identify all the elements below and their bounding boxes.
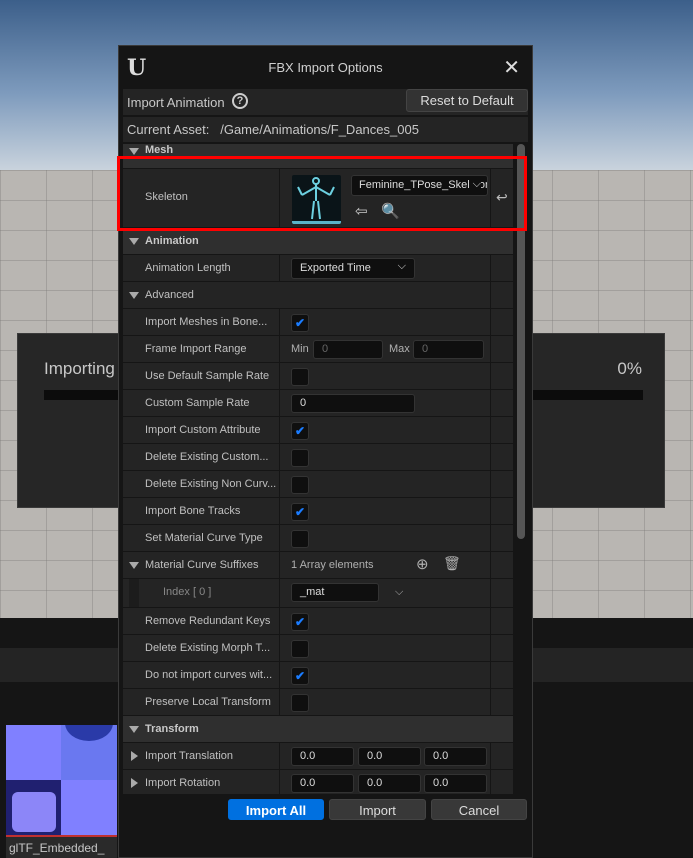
option-label: Use Default Sample Rate	[145, 370, 270, 382]
checkbox[interactable]: ✔	[291, 422, 309, 440]
option-label: Frame Import Range	[145, 343, 247, 355]
reset-arrow-icon[interactable]: ↩	[496, 189, 508, 206]
option-row: Import Custom Attribute ✔	[123, 417, 513, 444]
cancel-button[interactable]: Cancel	[431, 799, 527, 820]
close-icon[interactable]: ✕	[503, 55, 520, 80]
option-row: Preserve Local Transform	[123, 689, 513, 716]
translation-x[interactable]: 0.0	[291, 747, 354, 766]
suffix-input[interactable]: _mat	[291, 583, 379, 602]
skeleton-dropdown[interactable]: Feminine_TPose_Skeleton ⌵	[351, 175, 488, 196]
option-row: Set Material Curve Type	[123, 525, 513, 552]
option-label: Import Meshes in Bone...	[145, 316, 268, 328]
reset-to-default-button[interactable]: Reset to Default	[406, 89, 528, 112]
option-label: Delete Existing Custom...	[145, 451, 269, 463]
index-row: Index [ 0 ] _mat ⌵	[123, 579, 513, 608]
details-panel: Mesh Skeleton Feminine_TPose_Skeleton ⌵ ⇦…	[123, 144, 513, 794]
import-type-label: Import Animation	[127, 95, 225, 110]
category-mesh[interactable]: Mesh	[123, 144, 513, 169]
option-label: Custom Sample Rate	[145, 397, 250, 409]
option-row: Do not import curves wit... ✔	[123, 662, 513, 689]
skeleton-row: Skeleton Feminine_TPose_Skeleton ⌵ ⇦ 🔍 ↩	[123, 169, 513, 228]
chevron-down-icon: ⌵	[397, 260, 406, 272]
import-rotation-row: Import Rotation 0.0 0.0 0.0	[123, 770, 513, 794]
option-label: Import Custom Attribute	[145, 424, 261, 436]
min-label: Min	[291, 343, 309, 355]
option-row: Import Bone Tracks ✔	[123, 498, 513, 525]
advanced-group[interactable]: Advanced	[123, 282, 513, 309]
checkbox[interactable]	[291, 449, 309, 467]
checkbox[interactable]: ✔	[291, 314, 309, 332]
checkbox[interactable]: ✔	[291, 503, 309, 521]
option-row: Use Default Sample Rate	[123, 363, 513, 390]
asset-thumbnail[interactable]	[6, 725, 117, 835]
progress-title: Importing	[44, 359, 115, 378]
max-label: Max	[389, 343, 410, 355]
help-icon[interactable]: ?	[232, 93, 248, 109]
option-row: Delete Existing Non Curv...	[123, 471, 513, 498]
min-input[interactable]: 0	[313, 340, 383, 359]
checkbox[interactable]: ✔	[291, 667, 309, 685]
options-header: Import Animation ? Reset to Default	[123, 89, 528, 115]
current-asset: Current Asset: /Game/Animations/F_Dances…	[123, 117, 528, 142]
sample-rate-input[interactable]: 0	[291, 394, 415, 413]
animation-length-dropdown[interactable]: Exported Time ⌵	[291, 258, 415, 279]
asset-thumbnail-label: glTF_Embedded_	[6, 835, 117, 858]
title-bar: U FBX Import Options ✕	[119, 46, 532, 89]
checkbox[interactable]: ✔	[291, 613, 309, 631]
chevron-down-icon[interactable]: ⌵	[395, 586, 403, 599]
checkbox[interactable]	[291, 694, 309, 712]
fbx-import-dialog: U FBX Import Options ✕ Import Animation …	[118, 45, 533, 858]
use-selected-asset-icon[interactable]: ⇦	[355, 202, 368, 220]
option-row: Delete Existing Morph T...	[123, 635, 513, 662]
option-label: Delete Existing Non Curv...	[145, 478, 277, 490]
import-button[interactable]: Import	[329, 799, 426, 820]
option-label: Delete Existing Morph T...	[145, 642, 271, 654]
scrollbar[interactable]	[517, 144, 525, 539]
progress-percent: 0%	[617, 359, 642, 378]
option-row: Delete Existing Custom...	[123, 444, 513, 471]
trash-icon[interactable]: 🗑	[443, 555, 461, 572]
translation-y[interactable]: 0.0	[358, 747, 421, 766]
option-row: Remove Redundant Keys ✔	[123, 608, 513, 635]
option-row: Import Meshes in Bone... ✔	[123, 309, 513, 336]
option-label: Do not import curves wit...	[145, 669, 273, 681]
array-count: 1 Array elements	[291, 559, 374, 571]
option-label: Preserve Local Transform	[145, 696, 271, 708]
browse-asset-icon[interactable]: 🔍	[381, 202, 400, 220]
option-row: Frame Import Range Min 0 Max 0	[123, 336, 513, 363]
option-label: Import Bone Tracks	[145, 505, 241, 517]
rotation-y[interactable]: 0.0	[358, 774, 421, 793]
option-label: Remove Redundant Keys	[145, 615, 271, 627]
checkbox[interactable]	[291, 530, 309, 548]
add-element-icon[interactable]: ⊕	[416, 555, 429, 573]
material-curve-suffixes-row: Material Curve Suffixes 1 Array elements…	[123, 552, 513, 579]
checkbox[interactable]	[291, 640, 309, 658]
chevron-down-icon: ⌵	[469, 178, 481, 191]
category-transform[interactable]: Transform	[123, 716, 513, 743]
rotation-x[interactable]: 0.0	[291, 774, 354, 793]
dialog-title: FBX Import Options	[268, 60, 383, 75]
checkbox[interactable]	[291, 476, 309, 494]
animation-length-row: Animation Length Exported Time ⌵	[123, 255, 513, 282]
option-row: Custom Sample Rate 0	[123, 390, 513, 417]
current-asset-path: /Game/Animations/F_Dances_005	[220, 122, 419, 137]
checkbox[interactable]	[291, 368, 309, 386]
max-input[interactable]: 0	[413, 340, 484, 359]
translation-z[interactable]: 0.0	[424, 747, 487, 766]
option-label: Set Material Curve Type	[145, 532, 263, 544]
skeleton-thumbnail[interactable]	[292, 175, 341, 224]
rotation-z[interactable]: 0.0	[424, 774, 487, 793]
import-all-button[interactable]: Import All	[228, 799, 324, 820]
category-animation[interactable]: Animation	[123, 228, 513, 255]
current-asset-label: Current Asset:	[127, 122, 210, 137]
import-translation-row: Import Translation 0.0 0.0 0.0	[123, 743, 513, 770]
